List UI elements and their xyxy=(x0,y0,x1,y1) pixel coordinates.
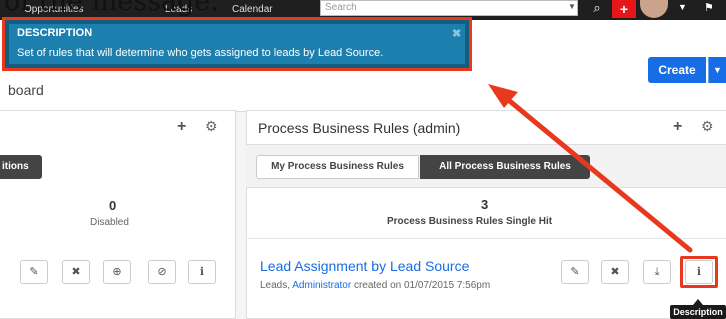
tab-my-process-business-rules[interactable]: My Process Business Rules xyxy=(256,155,419,179)
download-icon: ⤓ xyxy=(654,266,660,278)
gear-icon[interactable]: ⚙ xyxy=(701,118,714,135)
hide-button[interactable]: ⊘ xyxy=(148,260,176,284)
search-icon: ⌕ xyxy=(593,0,601,15)
record-meta: Leads, Administrator created on 01/07/20… xyxy=(260,280,490,291)
description-popup: DESCRIPTION Set of rules that will deter… xyxy=(2,17,472,71)
enable-button[interactable]: ⊕ xyxy=(103,260,131,284)
info-button-highlight xyxy=(680,256,718,288)
info-icon: ℹ xyxy=(199,266,205,278)
create-button[interactable]: Create xyxy=(648,57,706,83)
pencil-icon: ✎ xyxy=(29,266,39,278)
delete-button[interactable]: ✖ xyxy=(601,260,629,284)
eye-slash-icon: ⊘ xyxy=(157,266,167,278)
info-button[interactable]: ℹ xyxy=(188,260,216,284)
dashlet-count-label: Process Business Rules Single Hit xyxy=(387,216,553,227)
description-text: Set of rules that will determine who get… xyxy=(17,47,384,59)
record-module: Leads, xyxy=(260,280,291,291)
record-owner-link[interactable]: Administrator xyxy=(292,280,351,291)
caption-text: of the message. xyxy=(4,0,219,17)
search-caret-icon[interactable]: ▼ xyxy=(568,2,576,11)
close-icon: ✖ xyxy=(610,266,620,278)
record-name-link[interactable]: Lead Assignment by Lead Source xyxy=(260,258,469,274)
global-search-input[interactable]: Search xyxy=(320,0,578,16)
left-dashlet xyxy=(0,110,236,319)
screenshot-stage: Opportunities Leads Calendar Search ▼ ⌕ … xyxy=(0,0,726,319)
upload-circle-icon: ⊕ xyxy=(112,266,122,278)
description-tooltip: Description xyxy=(670,305,726,319)
dashlet-title: Process Business Rules (admin) xyxy=(258,120,461,136)
left-dashlet-tab[interactable]: itions xyxy=(0,155,42,179)
record-created: created on 01/07/2015 7:56pm xyxy=(353,280,491,291)
dashlet-count: 3 xyxy=(481,197,489,212)
create-dropdown-caret[interactable]: ▼ xyxy=(708,57,726,83)
nav-calendar[interactable]: Calendar xyxy=(232,4,273,15)
edit-button[interactable]: ✎ xyxy=(561,260,589,284)
search-button[interactable]: ⌕ xyxy=(585,0,609,18)
quick-create-button[interactable]: + xyxy=(612,0,636,18)
page-title: board xyxy=(8,82,44,98)
download-button[interactable]: ⤓ xyxy=(643,260,671,284)
tab-all-process-business-rules[interactable]: All Process Business Rules xyxy=(420,155,590,179)
chevron-down-icon[interactable]: ▼ xyxy=(678,2,687,12)
divider xyxy=(246,238,726,239)
description-title: DESCRIPTION xyxy=(17,27,93,39)
left-dashlet-count: 0 xyxy=(109,198,117,213)
gear-icon[interactable]: ⚙ xyxy=(205,118,218,135)
add-icon[interactable]: + xyxy=(673,118,682,136)
close-icon[interactable]: ✖ xyxy=(452,27,461,40)
add-icon[interactable]: + xyxy=(177,118,186,136)
user-avatar[interactable] xyxy=(640,0,668,18)
edit-button[interactable]: ✎ xyxy=(20,260,48,284)
delete-button[interactable]: ✖ xyxy=(62,260,90,284)
notification-icon[interactable]: ⚑ xyxy=(704,1,714,14)
search-placeholder: Search xyxy=(325,2,357,13)
left-dashlet-count-label: Disabled xyxy=(90,217,129,228)
pencil-icon: ✎ xyxy=(570,266,580,278)
close-icon: ✖ xyxy=(71,266,81,278)
